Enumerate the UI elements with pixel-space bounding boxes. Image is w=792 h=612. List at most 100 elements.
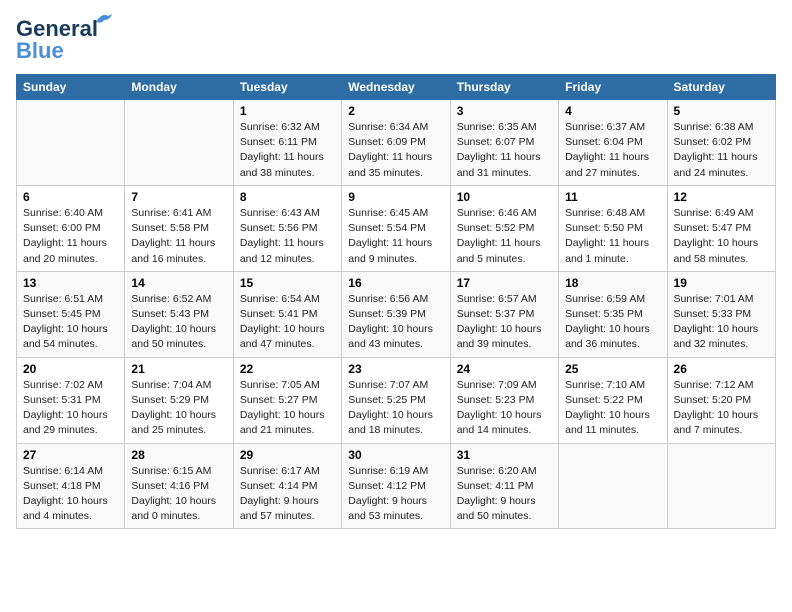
day-info: Sunrise: 7:02 AM Sunset: 5:31 PM Dayligh… xyxy=(23,378,118,439)
day-info: Sunrise: 6:34 AM Sunset: 6:09 PM Dayligh… xyxy=(348,120,443,181)
day-info: Sunrise: 6:45 AM Sunset: 5:54 PM Dayligh… xyxy=(348,206,443,267)
day-info: Sunrise: 6:15 AM Sunset: 4:16 PM Dayligh… xyxy=(131,464,226,525)
day-number: 10 xyxy=(457,190,552,204)
day-info: Sunrise: 6:54 AM Sunset: 5:41 PM Dayligh… xyxy=(240,292,335,353)
day-info: Sunrise: 7:09 AM Sunset: 5:23 PM Dayligh… xyxy=(457,378,552,439)
logo-general: General xyxy=(16,16,98,41)
calendar-cell: 17 Sunrise: 6:57 AM Sunset: 5:37 PM Dayli… xyxy=(450,271,558,357)
calendar-cell: 23 Sunrise: 7:07 AM Sunset: 5:25 PM Dayli… xyxy=(342,357,450,443)
calendar-cell: 1 Sunrise: 6:32 AM Sunset: 6:11 PM Daylig… xyxy=(233,100,341,186)
calendar-cell: 14 Sunrise: 6:52 AM Sunset: 5:43 PM Dayli… xyxy=(125,271,233,357)
calendar-cell xyxy=(559,443,667,529)
calendar-cell: 20 Sunrise: 7:02 AM Sunset: 5:31 PM Dayli… xyxy=(17,357,125,443)
calendar-week-row: 13 Sunrise: 6:51 AM Sunset: 5:45 PM Dayli… xyxy=(17,271,776,357)
day-number: 12 xyxy=(674,190,769,204)
calendar-cell: 22 Sunrise: 7:05 AM Sunset: 5:27 PM Dayli… xyxy=(233,357,341,443)
calendar-header: SundayMondayTuesdayWednesdayThursdayFrid… xyxy=(17,75,776,100)
day-info: Sunrise: 6:32 AM Sunset: 6:11 PM Dayligh… xyxy=(240,120,335,181)
calendar-cell: 18 Sunrise: 6:59 AM Sunset: 5:35 PM Dayli… xyxy=(559,271,667,357)
day-info: Sunrise: 6:46 AM Sunset: 5:52 PM Dayligh… xyxy=(457,206,552,267)
day-number: 27 xyxy=(23,448,118,462)
day-number: 28 xyxy=(131,448,226,462)
day-number: 21 xyxy=(131,362,226,376)
day-number: 20 xyxy=(23,362,118,376)
calendar-cell: 2 Sunrise: 6:34 AM Sunset: 6:09 PM Daylig… xyxy=(342,100,450,186)
calendar-cell: 6Sunrise: 6:40 AM Sunset: 6:00 PM Daylig… xyxy=(17,185,125,271)
day-info: Sunrise: 7:04 AM Sunset: 5:29 PM Dayligh… xyxy=(131,378,226,439)
calendar-cell: 11 Sunrise: 6:48 AM Sunset: 5:50 PM Dayli… xyxy=(559,185,667,271)
calendar-week-row: 27 Sunrise: 6:14 AM Sunset: 4:18 PM Dayli… xyxy=(17,443,776,529)
day-number: 31 xyxy=(457,448,552,462)
day-info: Sunrise: 6:48 AM Sunset: 5:50 PM Dayligh… xyxy=(565,206,660,267)
day-number: 3 xyxy=(457,104,552,118)
calendar-week-row: 20 Sunrise: 7:02 AM Sunset: 5:31 PM Dayli… xyxy=(17,357,776,443)
calendar-cell: 12 Sunrise: 6:49 AM Sunset: 5:47 PM Dayli… xyxy=(667,185,775,271)
day-number: 11 xyxy=(565,190,660,204)
day-number: 19 xyxy=(674,276,769,290)
calendar-week-row: 6Sunrise: 6:40 AM Sunset: 6:00 PM Daylig… xyxy=(17,185,776,271)
day-number: 4 xyxy=(565,104,660,118)
calendar-cell: 5Sunrise: 6:38 AM Sunset: 6:02 PM Daylig… xyxy=(667,100,775,186)
calendar-body: 1 Sunrise: 6:32 AM Sunset: 6:11 PM Daylig… xyxy=(17,100,776,529)
day-info: Sunrise: 7:07 AM Sunset: 5:25 PM Dayligh… xyxy=(348,378,443,439)
day-info: Sunrise: 6:17 AM Sunset: 4:14 PM Dayligh… xyxy=(240,464,335,525)
calendar-cell xyxy=(667,443,775,529)
day-info: Sunrise: 6:41 AM Sunset: 5:58 PM Dayligh… xyxy=(131,206,226,267)
day-info: Sunrise: 6:35 AM Sunset: 6:07 PM Dayligh… xyxy=(457,120,552,181)
day-number: 22 xyxy=(240,362,335,376)
day-number: 16 xyxy=(348,276,443,290)
day-number: 14 xyxy=(131,276,226,290)
calendar-cell: 27 Sunrise: 6:14 AM Sunset: 4:18 PM Dayli… xyxy=(17,443,125,529)
day-info: Sunrise: 6:20 AM Sunset: 4:11 PM Dayligh… xyxy=(457,464,552,525)
day-number: 24 xyxy=(457,362,552,376)
days-header-row: SundayMondayTuesdayWednesdayThursdayFrid… xyxy=(17,75,776,100)
calendar-week-row: 1 Sunrise: 6:32 AM Sunset: 6:11 PM Daylig… xyxy=(17,100,776,186)
calendar-cell: 31 Sunrise: 6:20 AM Sunset: 4:11 PM Dayli… xyxy=(450,443,558,529)
day-info: Sunrise: 7:01 AM Sunset: 5:33 PM Dayligh… xyxy=(674,292,769,353)
calendar-cell: 28 Sunrise: 6:15 AM Sunset: 4:16 PM Dayli… xyxy=(125,443,233,529)
calendar-cell: 9 Sunrise: 6:45 AM Sunset: 5:54 PM Daylig… xyxy=(342,185,450,271)
calendar-cell: 29 Sunrise: 6:17 AM Sunset: 4:14 PM Dayli… xyxy=(233,443,341,529)
calendar-cell: 24 Sunrise: 7:09 AM Sunset: 5:23 PM Dayli… xyxy=(450,357,558,443)
day-number: 23 xyxy=(348,362,443,376)
calendar-cell: 26Sunrise: 7:12 AM Sunset: 5:20 PM Dayli… xyxy=(667,357,775,443)
calendar-cell: 25Sunrise: 7:10 AM Sunset: 5:22 PM Dayli… xyxy=(559,357,667,443)
calendar-cell: 7 Sunrise: 6:41 AM Sunset: 5:58 PM Daylig… xyxy=(125,185,233,271)
day-info: Sunrise: 7:05 AM Sunset: 5:27 PM Dayligh… xyxy=(240,378,335,439)
day-of-week-header: Sunday xyxy=(17,75,125,100)
day-info: Sunrise: 6:43 AM Sunset: 5:56 PM Dayligh… xyxy=(240,206,335,267)
day-info: Sunrise: 6:14 AM Sunset: 4:18 PM Dayligh… xyxy=(23,464,118,525)
day-number: 2 xyxy=(348,104,443,118)
calendar-cell: 3 Sunrise: 6:35 AM Sunset: 6:07 PM Daylig… xyxy=(450,100,558,186)
day-number: 9 xyxy=(348,190,443,204)
day-info: Sunrise: 6:57 AM Sunset: 5:37 PM Dayligh… xyxy=(457,292,552,353)
day-number: 26 xyxy=(674,362,769,376)
day-number: 8 xyxy=(240,190,335,204)
day-of-week-header: Monday xyxy=(125,75,233,100)
day-info: Sunrise: 6:59 AM Sunset: 5:35 PM Dayligh… xyxy=(565,292,660,353)
day-of-week-header: Friday xyxy=(559,75,667,100)
calendar-cell: 10 Sunrise: 6:46 AM Sunset: 5:52 PM Dayli… xyxy=(450,185,558,271)
day-number: 7 xyxy=(131,190,226,204)
day-number: 15 xyxy=(240,276,335,290)
day-info: Sunrise: 6:51 AM Sunset: 5:45 PM Dayligh… xyxy=(23,292,118,353)
day-number: 30 xyxy=(348,448,443,462)
day-info: Sunrise: 6:49 AM Sunset: 5:47 PM Dayligh… xyxy=(674,206,769,267)
day-info: Sunrise: 6:56 AM Sunset: 5:39 PM Dayligh… xyxy=(348,292,443,353)
day-number: 18 xyxy=(565,276,660,290)
calendar-cell: 30 Sunrise: 6:19 AM Sunset: 4:12 PM Dayli… xyxy=(342,443,450,529)
day-number: 17 xyxy=(457,276,552,290)
calendar-cell xyxy=(17,100,125,186)
calendar-cell: 21 Sunrise: 7:04 AM Sunset: 5:29 PM Dayli… xyxy=(125,357,233,443)
day-info: Sunrise: 6:52 AM Sunset: 5:43 PM Dayligh… xyxy=(131,292,226,353)
day-number: 29 xyxy=(240,448,335,462)
day-number: 13 xyxy=(23,276,118,290)
page-header: General Blue xyxy=(16,16,776,64)
day-number: 1 xyxy=(240,104,335,118)
calendar-cell: 16 Sunrise: 6:56 AM Sunset: 5:39 PM Dayli… xyxy=(342,271,450,357)
day-of-week-header: Wednesday xyxy=(342,75,450,100)
day-info: Sunrise: 6:19 AM Sunset: 4:12 PM Dayligh… xyxy=(348,464,443,525)
day-number: 6 xyxy=(23,190,118,204)
logo-bird-icon xyxy=(94,10,116,28)
calendar-cell: 4Sunrise: 6:37 AM Sunset: 6:04 PM Daylig… xyxy=(559,100,667,186)
